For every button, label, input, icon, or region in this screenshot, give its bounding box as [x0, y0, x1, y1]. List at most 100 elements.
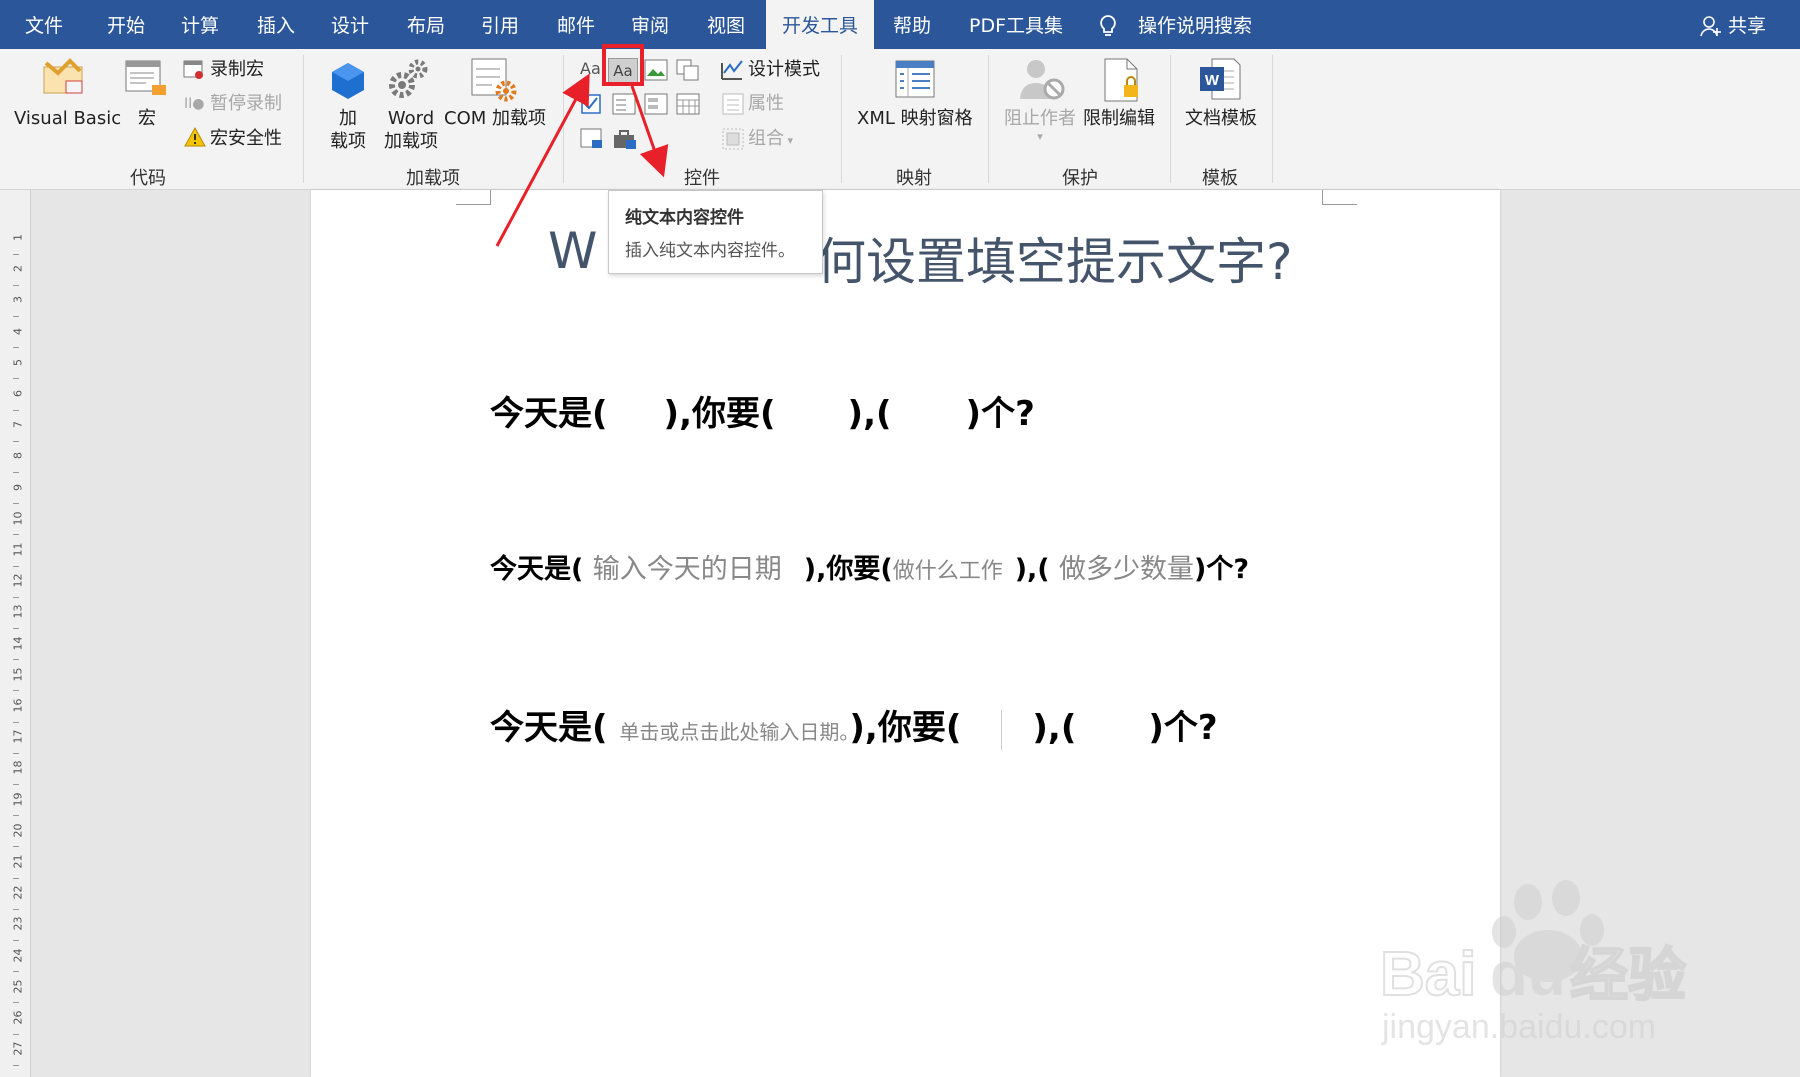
ruler-tick [13, 690, 19, 692]
tab-view[interactable]: 视图 [690, 0, 762, 49]
placeholder-work[interactable]: 做什么工作 [893, 559, 1003, 584]
watermark-suffix: 经验 [1570, 941, 1686, 1009]
tab-home[interactable]: 开始 [90, 0, 162, 49]
placeholder-quantity[interactable]: 做多少数量 [1059, 554, 1194, 585]
line2-text-a: 今天是( [490, 554, 584, 585]
ruler-number: 4 [11, 327, 25, 335]
ruler-tick [13, 877, 19, 879]
user-icon [1700, 16, 1721, 37]
line3-text-d: )个? [1148, 708, 1218, 748]
ruler-tick [13, 815, 19, 817]
restrict-editing-button[interactable]: 限制编辑 [1083, 107, 1155, 130]
com-addins-button[interactable]: COM 加载项 [444, 107, 546, 130]
ruler-number: 1 [11, 234, 25, 241]
pause-recording-button[interactable]: 暂停录制 [210, 92, 282, 116]
addins-label-1: 加 [339, 108, 357, 129]
checkbox-control-icon[interactable] [580, 93, 604, 115]
visual-basic-button[interactable]: Visual Basic [14, 107, 121, 130]
combo-box-control-icon[interactable] [612, 93, 636, 115]
group-divider [303, 55, 304, 183]
addins-icon [332, 63, 364, 99]
ruler-number: 2 [11, 265, 25, 273]
word-addins-button[interactable]: Word 加载项 [384, 107, 438, 153]
addins-label-2: 载项 [330, 131, 366, 152]
line1-text-b: ),你要( [663, 394, 776, 434]
dropdown-list-control-icon[interactable] [644, 93, 668, 115]
ruler-number: 6 [11, 390, 25, 397]
ruler-number: 19 [11, 792, 25, 807]
tab-file[interactable]: 文件 [0, 0, 88, 49]
margin-corner-right [1322, 190, 1357, 205]
ruler-number: 23 [11, 916, 25, 931]
content-control-cursor[interactable] [961, 709, 1003, 750]
line3-text-c: ),( [1032, 708, 1077, 748]
ruler-tick [13, 284, 19, 286]
ruler-number: 9 [11, 483, 25, 491]
rich-text-control-icon[interactable]: Aa [580, 59, 601, 78]
fill-line-3: 今天是( 单击或点击此处输入日期。),你要(),()个? [490, 700, 1218, 750]
visual-basic-icon [43, 58, 83, 94]
ruler-number: 13 [11, 604, 25, 619]
ruler-tick [13, 409, 19, 411]
line2-text-d: )个? [1194, 554, 1250, 585]
ruler-tick [13, 971, 19, 973]
ruler-tick [13, 752, 19, 754]
ruler-tick [13, 846, 19, 848]
block-authors-button[interactable]: 阻止作者 ▾ [1004, 107, 1076, 144]
group-label-mapping: 映射 [896, 168, 932, 189]
properties-icon [722, 93, 744, 115]
document-template-button[interactable]: 文档模板 [1185, 107, 1257, 130]
share-button[interactable]: 共享 [1728, 0, 1766, 49]
group-divider [1272, 55, 1273, 183]
record-macro-button[interactable]: 录制宏 [210, 58, 264, 82]
building-block-control-icon[interactable] [676, 59, 700, 81]
tab-references[interactable]: 引用 [464, 0, 536, 49]
toolbox-icon[interactable] [612, 128, 638, 150]
date-picker-control-icon[interactable] [676, 93, 700, 115]
properties-button[interactable]: 属性 [748, 92, 784, 116]
ruler-number: 17 [11, 729, 25, 744]
addins-button[interactable]: 加 载项 [330, 107, 366, 153]
placeholder-date[interactable]: 输入今天的日期 [593, 554, 782, 585]
ruler-tick [13, 440, 19, 442]
record-macro-icon [183, 60, 203, 79]
tab-review[interactable]: 审阅 [614, 0, 686, 49]
tab-help[interactable]: 帮助 [876, 0, 948, 49]
ruler-tick [13, 908, 19, 910]
line1-text-c: ),( [847, 394, 892, 434]
design-mode-button[interactable]: 设计模式 [748, 58, 820, 82]
document-page[interactable] [311, 190, 1500, 1077]
picture-control-icon[interactable] [644, 59, 668, 81]
xml-mapping-pane-button[interactable]: XML 映射窗格 [857, 107, 973, 130]
group-button[interactable]: 组合 ▾ [748, 127, 793, 153]
fill-line-2: 今天是( 输入今天的日期),你要(做什么工作),( 做多少数量)个? [490, 547, 1249, 586]
line3-text-b: ),你要( [849, 708, 962, 748]
tooltip-title: 纯文本内容控件 [625, 208, 744, 228]
legacy-tools-icon[interactable] [580, 128, 604, 150]
watermark-url: jingyan.baidu.com [1381, 1008, 1656, 1046]
ruler-tick [13, 659, 19, 661]
ruler-tick [13, 784, 19, 785]
ruler-tick [13, 316, 19, 317]
tab-layout[interactable]: 布局 [390, 0, 462, 49]
group-icon [722, 128, 744, 150]
tell-me-search[interactable]: 操作说明搜索 [1138, 0, 1252, 49]
line1-text-d: )个? [965, 394, 1035, 434]
watermark-brand: Bai [1380, 940, 1476, 1009]
group-divider [563, 55, 564, 183]
placeholder-click-to-enter-date[interactable]: 单击或点击此处输入日期。 [619, 720, 849, 744]
ruler-number: 10 [11, 511, 25, 526]
ruler-number: 18 [11, 760, 25, 775]
macros-button[interactable]: 宏 [138, 107, 156, 130]
ruler-number: 22 [11, 885, 25, 900]
ruler-tick [13, 1002, 19, 1004]
macro-security-button[interactable]: 宏安全性 [210, 127, 282, 151]
tab-developer[interactable]: 开发工具 [766, 0, 874, 49]
tab-calc[interactable]: 计算 [164, 0, 236, 49]
tab-design[interactable]: 设计 [314, 0, 386, 49]
ruler-number: 21 [11, 854, 25, 869]
tab-mailings[interactable]: 邮件 [540, 0, 612, 49]
tab-insert[interactable]: 插入 [240, 0, 312, 49]
tab-pdf-tools[interactable]: PDF工具集 [956, 0, 1076, 49]
ruler-number: 14 [11, 636, 25, 651]
